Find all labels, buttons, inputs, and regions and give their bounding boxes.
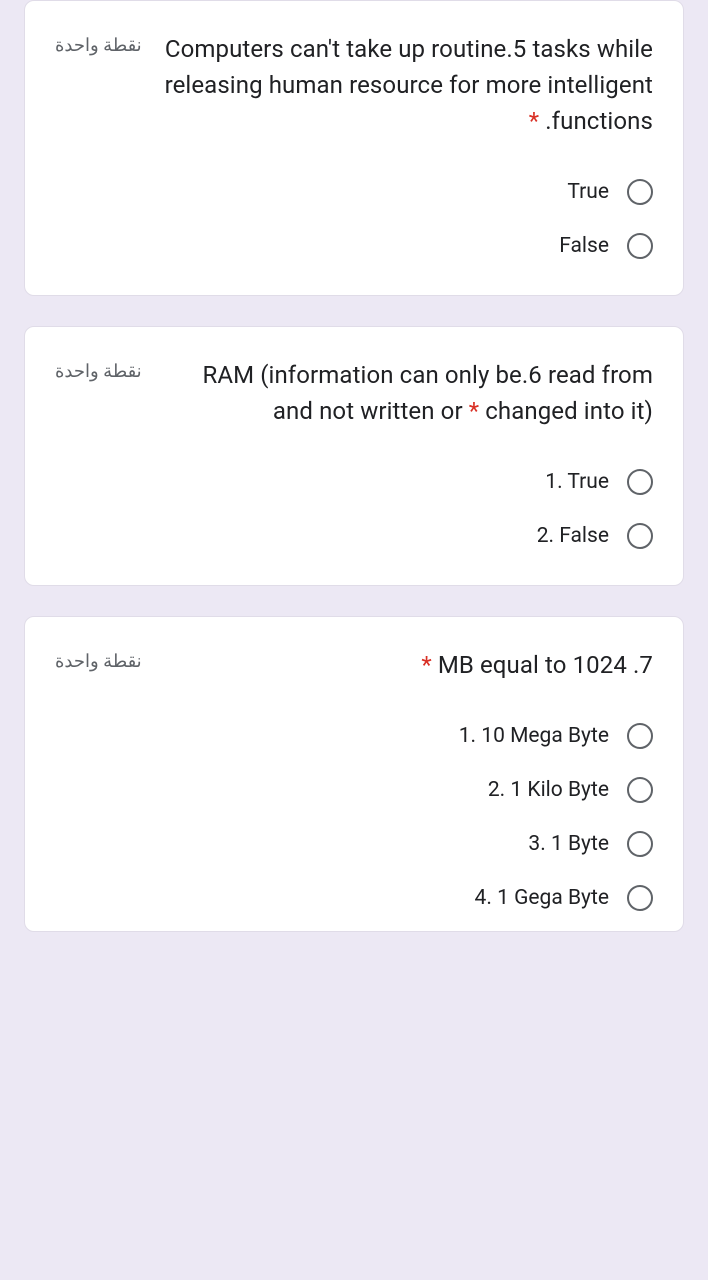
- options-list: 1. True 2. False: [55, 469, 653, 549]
- points-label: نقطة واحدة: [55, 31, 142, 56]
- question-text-suffix: changed into it): [479, 397, 653, 425]
- question-header: RAM (information can only be.6 read from…: [55, 357, 653, 429]
- radio-icon: [627, 233, 653, 259]
- radio-icon: [627, 777, 653, 803]
- radio-icon: [627, 723, 653, 749]
- option-label: 1. True: [545, 470, 609, 494]
- option-10-mega-byte[interactable]: 1. 10 Mega Byte: [55, 723, 653, 749]
- option-label: True: [567, 180, 609, 204]
- option-false[interactable]: False: [55, 233, 653, 259]
- option-label: 2. False: [537, 524, 609, 548]
- question-card: RAM (information can only be.6 read from…: [24, 326, 684, 586]
- option-label: 3. 1 Byte: [528, 832, 609, 856]
- required-asterisk: *: [421, 651, 431, 679]
- question-card: * MB equal to 1024 .7 نقطة واحدة 1. 10 M…: [24, 616, 684, 932]
- question-text-main: Computers can't take up routine.5 tasks …: [165, 35, 653, 99]
- question-card: Computers can't take up routine.5 tasks …: [24, 0, 684, 296]
- radio-icon: [627, 179, 653, 205]
- options-list: True False: [55, 179, 653, 259]
- option-1-kilo-byte[interactable]: 2. 1 Kilo Byte: [55, 777, 653, 803]
- question-text: * MB equal to 1024 .7: [160, 647, 653, 683]
- option-1-byte[interactable]: 3. 1 Byte: [55, 831, 653, 857]
- required-asterisk: *: [529, 107, 539, 135]
- option-label: 1. 10 Mega Byte: [459, 724, 609, 748]
- question-header: * MB equal to 1024 .7 نقطة واحدة: [55, 647, 653, 683]
- radio-icon: [627, 523, 653, 549]
- option-false[interactable]: 2. False: [55, 523, 653, 549]
- option-label: 2. 1 Kilo Byte: [488, 778, 609, 802]
- option-label: False: [559, 234, 609, 258]
- points-label: نقطة واحدة: [55, 647, 142, 672]
- option-label: 4. 1 Gega Byte: [475, 886, 609, 910]
- option-true[interactable]: 1. True: [55, 469, 653, 495]
- points-label: نقطة واحدة: [55, 357, 142, 382]
- option-true[interactable]: True: [55, 179, 653, 205]
- radio-icon: [627, 885, 653, 911]
- radio-icon: [627, 469, 653, 495]
- option-1-gega-byte[interactable]: 4. 1 Gega Byte: [55, 885, 653, 911]
- question-header: Computers can't take up routine.5 tasks …: [55, 31, 653, 139]
- question-text: RAM (information can only be.6 read from…: [160, 357, 653, 429]
- options-list: 1. 10 Mega Byte 2. 1 Kilo Byte 3. 1 Byte…: [55, 723, 653, 911]
- question-text: Computers can't take up routine.5 tasks …: [160, 31, 653, 139]
- required-asterisk: *: [469, 397, 479, 425]
- radio-icon: [627, 831, 653, 857]
- question-text-suffix: MB equal to 1024 .7: [432, 651, 653, 679]
- question-text-suffix: .functions: [539, 107, 653, 135]
